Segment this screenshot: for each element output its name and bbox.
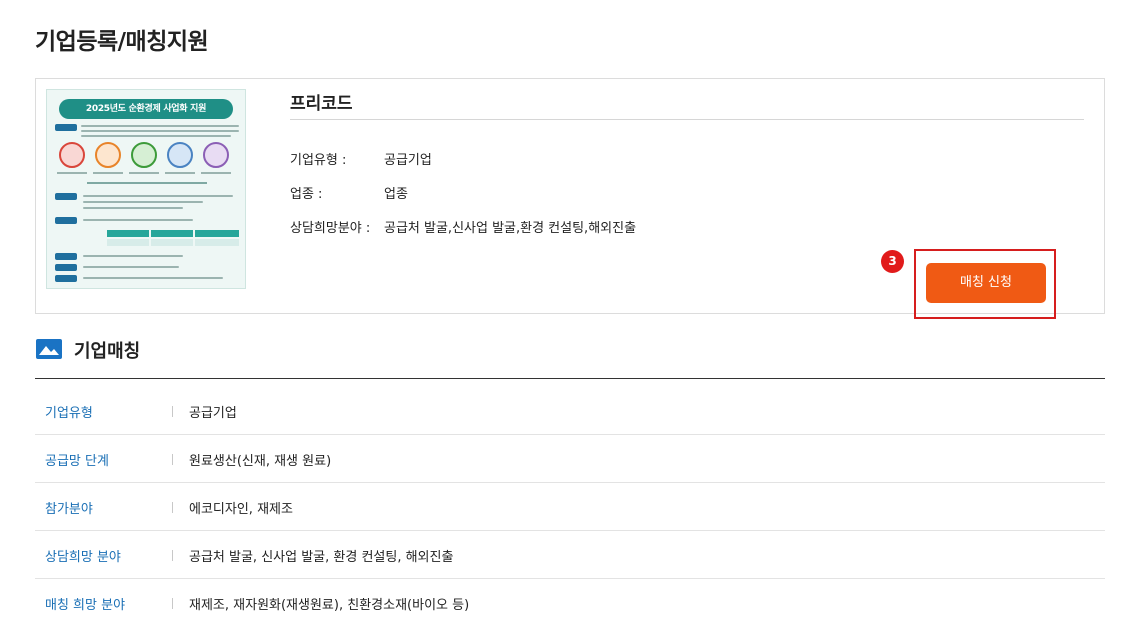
- row-value: 에코디자인, 재제조: [189, 502, 293, 517]
- table-row: 공급망 단계 원료생산(신재, 재생 원료): [35, 435, 1105, 483]
- industry-label: 업종 :: [290, 187, 323, 202]
- row-label: 공급망 단계: [45, 454, 109, 469]
- step-badge: 3: [881, 250, 904, 273]
- match-request-button[interactable]: 매칭 신청: [926, 263, 1046, 303]
- company-card: 2025년도 순환경제 사업화 지원 프리코드 기업유형: 공급기업 업종:…: [35, 78, 1105, 319]
- program-poster-image: 2025년도 순환경제 사업화 지원: [46, 89, 246, 289]
- row-separator: [172, 454, 173, 465]
- company-name: 프리코드: [290, 94, 353, 114]
- table-row: 참가분야 에코디자인, 재제조: [35, 483, 1105, 531]
- section-divider: [35, 378, 1105, 379]
- network-icon: [167, 142, 193, 168]
- row-label: 매칭 희망 분야: [45, 598, 126, 613]
- row-value: 공급처 발굴, 신사업 발굴, 환경 컨설팅, 해외진출: [189, 550, 454, 565]
- page-title: 기업등록/매칭지원: [35, 29, 209, 55]
- company-type-value: 공급기업: [384, 153, 432, 168]
- section-title: 기업매칭: [74, 341, 141, 362]
- row-separator: [172, 502, 173, 513]
- refresh-icon: [95, 142, 121, 168]
- row-separator: [172, 406, 173, 417]
- consult-fields-value: 공급처 발굴,신사업 발굴,환경 컨설팅,해외진출: [384, 221, 637, 236]
- recycle-icon: [59, 142, 85, 168]
- row-label: 참가분야: [45, 502, 93, 517]
- row-value: 재제조, 재자원화(재생원료), 친환경소재(바이오 등): [189, 598, 470, 613]
- row-label: 기업유형: [45, 406, 93, 421]
- industry-value: 업종: [384, 187, 408, 202]
- poster-caption: [87, 182, 207, 184]
- product-icon: [203, 142, 229, 168]
- table-row: 매칭 희망 분야 재제조, 재자원화(재생원료), 친환경소재(바이오 등): [35, 579, 1105, 620]
- row-value: 원료생산(신재, 재생 원료): [189, 454, 332, 469]
- row-value: 공급기업: [189, 406, 237, 421]
- row-separator: [172, 550, 173, 561]
- poster-intro: [55, 123, 241, 139]
- row-separator: [172, 598, 173, 609]
- consult-fields-label: 상담희망분야 :: [290, 221, 371, 236]
- image-icon: [36, 339, 62, 359]
- poster-banner: 2025년도 순환경제 사업화 지원: [59, 99, 233, 119]
- table-row: 기업유형 공급기업: [35, 387, 1105, 435]
- divider: [290, 119, 1084, 120]
- poster-table: [107, 230, 239, 248]
- table-row: 상담희망 분야 공급처 발굴, 신사업 발굴, 환경 컨설팅, 해외진출: [35, 531, 1105, 579]
- bin-icon: [131, 142, 157, 168]
- row-label: 상담희망 분야: [45, 550, 121, 565]
- company-type-label: 기업유형 :: [290, 153, 347, 168]
- poster-icons: [53, 142, 241, 186]
